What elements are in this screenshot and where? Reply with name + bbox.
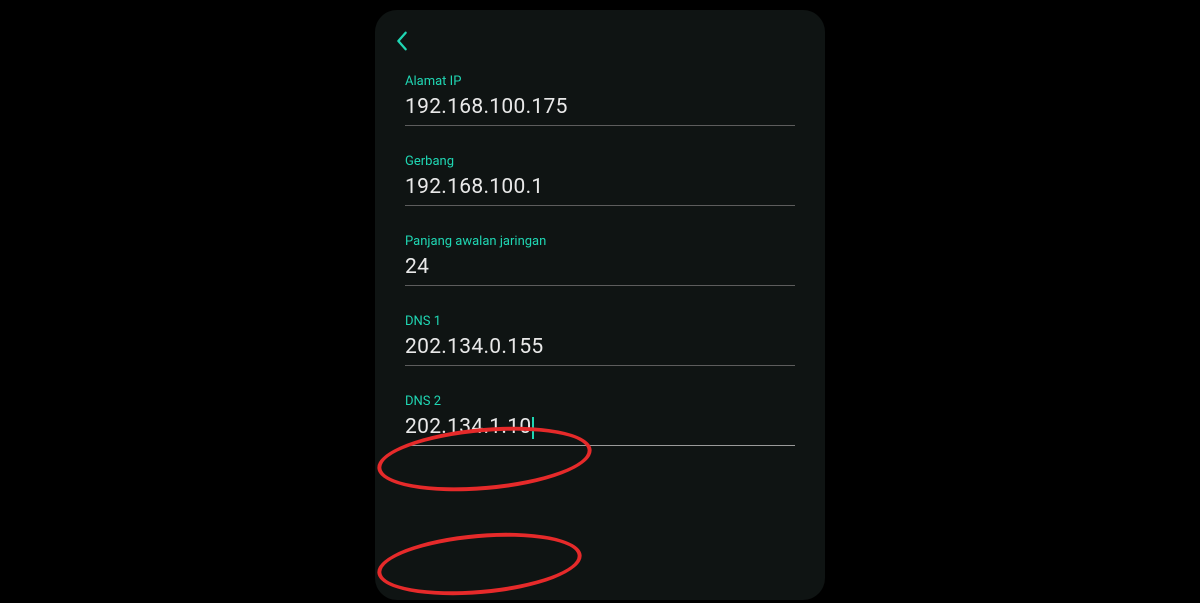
dns2-field: DNS 2 202.134.1.10 — [405, 394, 795, 446]
gateway-label: Gerbang — [405, 154, 795, 169]
dns1-field: DNS 1 202.134.0.155 — [405, 314, 795, 366]
text-cursor — [532, 417, 534, 439]
settings-panel: Alamat IP 192.168.100.175 Gerbang 192.16… — [375, 10, 825, 600]
gateway-input[interactable]: 192.168.100.1 — [405, 173, 795, 206]
ip-address-input[interactable]: 192.168.100.175 — [405, 93, 795, 126]
dns2-input[interactable]: 202.134.1.10 — [405, 413, 795, 446]
network-form: Alamat IP 192.168.100.175 Gerbang 192.16… — [375, 74, 825, 446]
dns2-label: DNS 2 — [405, 394, 795, 409]
ip-address-field: Alamat IP 192.168.100.175 — [405, 74, 795, 126]
prefix-length-field: Panjang awalan jaringan 24 — [405, 234, 795, 286]
ip-address-label: Alamat IP — [405, 74, 795, 89]
chevron-left-icon — [393, 30, 411, 56]
back-button[interactable] — [375, 18, 429, 74]
prefix-length-input[interactable]: 24 — [405, 253, 795, 286]
dns1-input[interactable]: 202.134.0.155 — [405, 333, 795, 366]
prefix-length-label: Panjang awalan jaringan — [405, 234, 795, 249]
gateway-field: Gerbang 192.168.100.1 — [405, 154, 795, 206]
dns1-label: DNS 1 — [405, 314, 795, 329]
